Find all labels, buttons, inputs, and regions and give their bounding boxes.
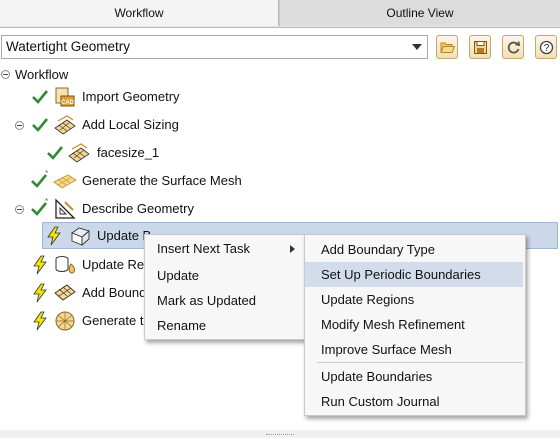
- face-size-icon: [68, 143, 90, 163]
- tree-item-import-geometry[interactable]: CAD Import Geometry: [0, 86, 560, 108]
- tree-item-add-local-sizing[interactable]: Add Local Sizing: [0, 114, 560, 136]
- lightning-bolt-icon: [33, 255, 47, 275]
- tree-item-generate-surface-mesh[interactable]: * Generate the Surface Mesh: [0, 170, 560, 192]
- lightning-bolt-icon: [33, 311, 47, 331]
- menu-item-label: Set Up Periodic Boundaries: [321, 267, 481, 282]
- resize-grip[interactable]: [266, 434, 294, 437]
- tree-item-describe-geometry[interactable]: * Describe Geometry: [0, 198, 560, 220]
- lightning-bolt-icon: [33, 283, 47, 303]
- menu-item-label: Update Regions: [321, 292, 415, 307]
- workflow-type-select[interactable]: Watertight Geometry: [1, 35, 428, 59]
- menu-item-update-regions[interactable]: Update Regions: [305, 287, 525, 312]
- volume-mesh-icon: [55, 311, 75, 331]
- collapse-toggle[interactable]: [15, 121, 24, 130]
- menu-item-label: Improve Surface Mesh: [321, 342, 452, 357]
- save-workflow-button[interactable]: [469, 35, 491, 59]
- context-menu: Insert Next Task Update Mark as Updated …: [144, 234, 307, 340]
- checkmark-updated-icon: *: [31, 170, 48, 188]
- checkmark-icon: [47, 146, 63, 160]
- tree-item-facesize-1[interactable]: facesize_1: [0, 142, 560, 164]
- tree-item-generate-volume-mesh[interactable]: Generate t: [0, 310, 150, 332]
- menu-item-label: Rename: [157, 318, 207, 333]
- tab-outline-view[interactable]: Outline View: [279, 0, 560, 26]
- boundary-layers-icon: [54, 284, 76, 301]
- menu-item-update[interactable]: Update: [145, 263, 306, 288]
- tree-item-update-regions[interactable]: Update Re: [0, 254, 150, 276]
- menu-item-label: Add Boundary Type: [321, 242, 435, 257]
- tree-item-label: Generate t: [82, 313, 144, 328]
- menu-item-label: Insert Next Task: [157, 241, 250, 256]
- update-regions-icon: [55, 256, 75, 274]
- tree-item-add-boundary-layers[interactable]: Add Bound: [0, 282, 150, 304]
- svg-text:CAD: CAD: [61, 100, 75, 106]
- tree-root-label: Workflow: [15, 67, 69, 82]
- lightning-bolt-icon: [47, 226, 61, 246]
- tree-item-label: Add Bound: [82, 285, 147, 300]
- menu-item-label: Modify Mesh Refinement: [321, 317, 465, 332]
- menu-separator: [317, 362, 523, 363]
- save-icon: [474, 41, 487, 54]
- svg-text:*: *: [45, 198, 48, 206]
- help-icon: ?: [539, 40, 554, 55]
- collapse-toggle[interactable]: [1, 70, 10, 79]
- checkmark-updated-icon: *: [31, 198, 48, 216]
- help-button[interactable]: ?: [535, 35, 557, 59]
- menu-item-modify-mesh-refinement[interactable]: Modify Mesh Refinement: [305, 312, 525, 337]
- tree-item-label: Update Re: [82, 257, 145, 272]
- menu-item-improve-surface-mesh[interactable]: Improve Surface Mesh: [305, 337, 525, 362]
- checkmark-icon: [32, 90, 48, 104]
- refresh-button[interactable]: [502, 35, 524, 59]
- svg-text:?: ?: [544, 43, 550, 54]
- svg-text:*: *: [45, 170, 48, 178]
- menu-item-label: Mark as Updated: [157, 293, 256, 308]
- menu-item-insert-next-task[interactable]: Insert Next Task: [145, 236, 306, 261]
- menu-item-label: Run Custom Journal: [321, 394, 440, 409]
- surface-mesh-icon: [53, 174, 77, 189]
- collapse-toggle[interactable]: [15, 205, 24, 214]
- tree-item-label: Add Local Sizing: [82, 117, 179, 132]
- menu-item-run-custom-journal[interactable]: Run Custom Journal: [305, 389, 525, 414]
- tab-bar: Workflow Outline View: [0, 0, 560, 28]
- load-workflow-button[interactable]: [436, 35, 458, 59]
- tree-item-label: Generate the Surface Mesh: [82, 173, 242, 188]
- describe-geometry-icon: [55, 198, 76, 219]
- submenu-arrow-icon: [290, 245, 295, 253]
- import-cad-icon: CAD: [55, 87, 75, 107]
- chevron-down-icon: [412, 44, 422, 50]
- menu-item-label: Update Boundaries: [321, 369, 433, 384]
- workflow-type-value: Watertight Geometry: [6, 39, 131, 54]
- menu-item-update-boundaries[interactable]: Update Boundaries: [305, 364, 525, 389]
- menu-item-add-boundary-type[interactable]: Add Boundary Type: [305, 237, 525, 262]
- insert-task-submenu: Add Boundary Type Set Up Periodic Bounda…: [304, 234, 526, 416]
- checkmark-icon: [32, 118, 48, 132]
- tree-item-label: Describe Geometry: [82, 201, 194, 216]
- tab-workflow[interactable]: Workflow: [0, 0, 279, 26]
- menu-item-set-up-periodic-boundaries[interactable]: Set Up Periodic Boundaries: [305, 262, 523, 287]
- menu-item-rename[interactable]: Rename: [145, 313, 306, 338]
- update-boundaries-icon: [71, 227, 90, 246]
- local-sizing-icon: [54, 115, 76, 135]
- tree-item-label: Import Geometry: [82, 89, 180, 104]
- tree-item-label: facesize_1: [97, 145, 160, 160]
- open-folder-icon: [440, 42, 455, 53]
- refresh-icon: [507, 41, 521, 54]
- menu-item-label: Update: [157, 268, 199, 283]
- menu-item-mark-as-updated[interactable]: Mark as Updated: [145, 288, 306, 313]
